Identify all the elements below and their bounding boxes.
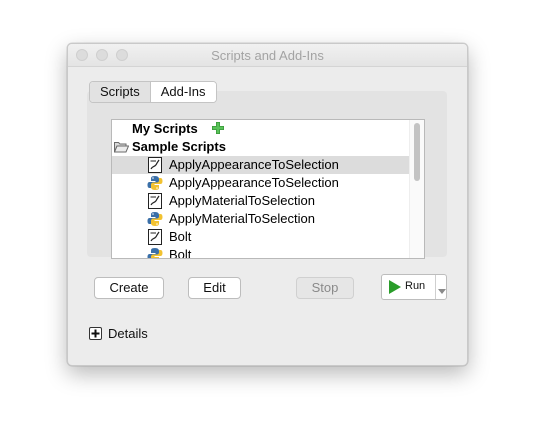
- create-button[interactable]: Create: [94, 277, 164, 299]
- tab-bar: Scripts Add-Ins: [89, 81, 217, 103]
- python-icon: [147, 248, 163, 258]
- plus-icon: [91, 329, 100, 338]
- run-split-button: Run: [381, 274, 447, 300]
- list-item[interactable]: ApplyMaterialToSelection: [112, 210, 410, 228]
- script-file-icon: [148, 157, 162, 173]
- add-icon[interactable]: [212, 122, 224, 134]
- tab-add-ins[interactable]: Add-Ins: [150, 82, 216, 102]
- details-label: Details: [108, 326, 148, 341]
- play-icon: [389, 280, 401, 294]
- list-item-label: ApplyAppearanceToSelection: [169, 175, 339, 190]
- group-my-scripts[interactable]: My Scripts: [112, 120, 410, 138]
- details-expand-button[interactable]: [89, 327, 102, 340]
- group-label: My Scripts: [132, 121, 198, 136]
- list-scrollbar[interactable]: [409, 120, 424, 258]
- script-file-icon: [148, 229, 162, 245]
- run-button-label: Run: [405, 280, 426, 292]
- scripts-list[interactable]: My Scripts Sample Scripts ApplyAppearanc…: [111, 119, 425, 259]
- list-item[interactable]: ApplyMaterialToSelection: [112, 192, 410, 210]
- tab-scripts[interactable]: Scripts: [90, 82, 151, 102]
- list-item[interactable]: ApplyAppearanceToSelection: [112, 174, 410, 192]
- edit-button[interactable]: Edit: [188, 277, 241, 299]
- window-title: Scripts and Add-Ins: [211, 48, 324, 63]
- folder-open-icon: [114, 142, 129, 153]
- python-icon: [147, 176, 163, 190]
- group-label: Sample Scripts: [132, 139, 226, 154]
- scroll-thumb[interactable]: [414, 123, 420, 181]
- scripts-addins-window: Scripts and Add-Ins Scripts Add-Ins My S…: [67, 43, 468, 366]
- python-icon: [147, 212, 163, 226]
- list-item[interactable]: Bolt: [112, 246, 410, 259]
- list-item-label: ApplyMaterialToSelection: [169, 211, 315, 226]
- list-item[interactable]: ApplyAppearanceToSelection: [112, 156, 410, 174]
- script-file-icon: [148, 193, 162, 209]
- list-item-label: ApplyAppearanceToSelection: [169, 157, 339, 172]
- stop-button[interactable]: Stop: [296, 277, 354, 299]
- list-item-label: Bolt: [169, 229, 192, 244]
- run-button[interactable]: Run: [382, 275, 436, 299]
- list-item[interactable]: Bolt: [112, 228, 410, 246]
- list-item-label: Bolt: [169, 247, 192, 259]
- title-bar[interactable]: Scripts and Add-Ins: [68, 44, 467, 67]
- group-sample-scripts[interactable]: Sample Scripts: [112, 138, 410, 156]
- chevron-down-icon[interactable]: [438, 289, 446, 294]
- list-item-label: ApplyMaterialToSelection: [169, 193, 315, 208]
